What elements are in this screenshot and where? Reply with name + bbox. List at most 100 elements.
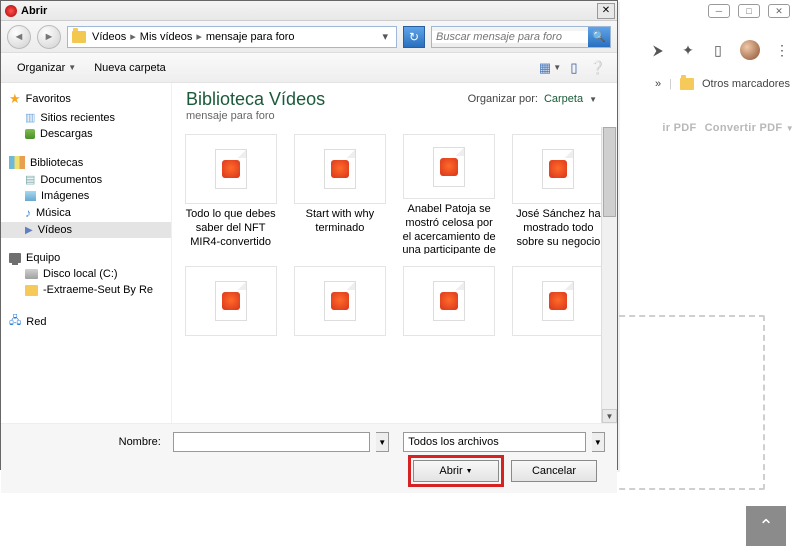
folder-icon [72,31,86,43]
lion-icon [549,292,567,310]
help-button[interactable]: ❔ [589,59,607,77]
file-item[interactable] [178,262,283,390]
chevron-right-icon: ▸ [194,30,204,43]
folder-icon [680,78,694,90]
sidebar: ★Favoritos ▥Sitios recientes Descargas B… [1,83,171,423]
search-box[interactable]: 🔍 [431,26,611,48]
file-item[interactable]: Anabel Patoja se mostró celosa por el ac… [397,130,502,258]
scrollbar-thumb[interactable] [603,127,616,217]
sidebar-item-documents[interactable]: ▤Documentos [1,171,171,188]
back-button[interactable]: ◄ [7,25,31,49]
pdf-action[interactable]: Convertir PDF ▼ [705,122,794,134]
sidebar-item-downloads[interactable]: Descargas [1,126,171,142]
breadcrumb[interactable]: Mis vídeos [138,31,195,43]
computer-icon [9,253,21,263]
recent-icon: ▥ [25,111,35,124]
app-icon [5,5,17,17]
image-icon [25,191,36,201]
sidebar-group-computer[interactable]: Equipo [1,250,171,266]
disk-icon [25,269,38,279]
filetype-filter[interactable]: Todos los archivos [403,432,585,452]
share-icon[interactable]: ⮞ [650,42,666,58]
chevron-right-icon: » [655,78,661,90]
lion-icon [549,160,567,178]
window-maximize-button[interactable]: □ [738,4,760,18]
sidebar-item-videos[interactable]: ▶Vídeos [1,222,171,238]
video-icon: ▶ [25,225,33,236]
folder-icon [25,285,38,296]
breadcrumb[interactable]: mensaje para foro [204,31,297,43]
pdf-actions: ir PDF Convertir PDF ▼ [662,122,794,134]
address-bar[interactable]: Vídeos ▸ Mis vídeos ▸ mensaje para foro … [67,26,397,48]
library-icon [9,156,25,169]
sidebar-item-recent[interactable]: ▥Sitios recientes [1,109,171,126]
lion-icon [222,160,240,178]
filename-dropdown[interactable]: ▼ [376,432,389,452]
lion-icon [440,292,458,310]
file-grid: Todo lo que debes saber del NFT MIR4-con… [172,122,617,423]
file-item[interactable] [506,262,611,390]
search-input[interactable] [432,31,588,43]
titlebar: Abrir ✕ [1,1,617,21]
lion-icon [222,292,240,310]
refresh-button[interactable]: ↻ [403,26,425,48]
network-icon: 🖧 [9,312,21,331]
file-list-pane: Biblioteca Vídeos mensaje para foro Orga… [171,83,617,423]
breadcrumb[interactable]: Vídeos [90,31,128,43]
file-item[interactable]: José Sánchez ha mostrado todo sobre su n… [506,130,611,258]
document-icon: ▤ [25,173,35,186]
chevron-down-icon: ▼ [589,95,597,104]
window-close-button[interactable]: ✕ [768,4,790,18]
cancel-button[interactable]: Cancelar [511,460,597,482]
view-mode-button[interactable]: ▦▼ [541,59,559,77]
file-item[interactable]: Start with why terminado [287,130,392,258]
reader-icon[interactable]: ▯ [710,42,726,58]
lion-icon [331,160,349,178]
avatar[interactable] [740,40,760,60]
chevron-down-icon[interactable]: ▾ [378,30,392,43]
file-open-dialog: Abrir ✕ ◄ ► Vídeos ▸ Mis vídeos ▸ mensaj… [0,0,618,470]
scroll-top-button[interactable]: ⌃ [746,506,786,546]
scroll-down-button[interactable]: ▼ [602,409,617,423]
filetype-dropdown[interactable]: ▼ [592,432,605,452]
filename-input[interactable] [173,432,370,452]
sidebar-item-disk-c[interactable]: Disco local (C:) [1,266,171,282]
download-icon [25,129,35,139]
divider: | [669,78,672,90]
dialog-title: Abrir [21,5,47,17]
sidebar-item-folder[interactable]: -Extraeme-Seut By Re [1,282,171,298]
preview-pane-button[interactable]: ▯ [565,59,583,77]
sidebar-group-network[interactable]: 🖧Red [1,310,171,333]
open-button[interactable]: Abrir ▼ [413,460,499,482]
navbar: ◄ ► Vídeos ▸ Mis vídeos ▸ mensaje para f… [1,21,617,53]
lion-icon [331,292,349,310]
file-item[interactable] [397,262,502,390]
chevron-right-icon: ▸ [128,30,138,43]
toolbar: Organizar▼ Nueva carpeta ▦▼ ▯ ❔ [1,53,617,83]
library-subtitle: mensaje para foro [186,110,603,122]
star-icon: ★ [9,91,21,107]
file-item[interactable]: Todo lo que debes saber del NFT MIR4-con… [178,130,283,258]
sidebar-group-libraries[interactable]: Bibliotecas [1,154,171,171]
bookmarks-bar[interactable]: » | Otros marcadores [655,78,790,90]
bookmarks-label: Otros marcadores [702,78,790,90]
sidebar-group-favorites[interactable]: ★Favoritos [1,89,171,109]
new-folder-button[interactable]: Nueva carpeta [88,59,172,77]
forward-button[interactable]: ► [37,25,61,49]
organize-by-menu[interactable]: Organizar por: Carpeta ▼ [468,93,597,105]
menu-icon[interactable]: ⋮ [774,42,790,58]
close-button[interactable]: ✕ [597,3,615,19]
sidebar-item-images[interactable]: Imágenes [1,188,171,204]
music-icon: ♪ [25,206,31,220]
file-item[interactable] [287,262,392,390]
sidebar-item-music[interactable]: ♪Música [1,204,171,222]
filename-label: Nombre: [13,436,167,448]
extensions-icon[interactable]: ✦ [680,42,696,58]
lion-icon [440,158,458,176]
window-minimize-button[interactable]: ─ [708,4,730,18]
organize-menu[interactable]: Organizar▼ [11,59,82,77]
search-button[interactable]: 🔍 [588,27,610,47]
scrollbar[interactable]: ▼ [601,127,617,423]
dialog-footer: Nombre: ▼ Todos los archivos ▼ Abrir ▼ C… [1,423,617,493]
pdf-action[interactable]: ir PDF [662,122,696,134]
